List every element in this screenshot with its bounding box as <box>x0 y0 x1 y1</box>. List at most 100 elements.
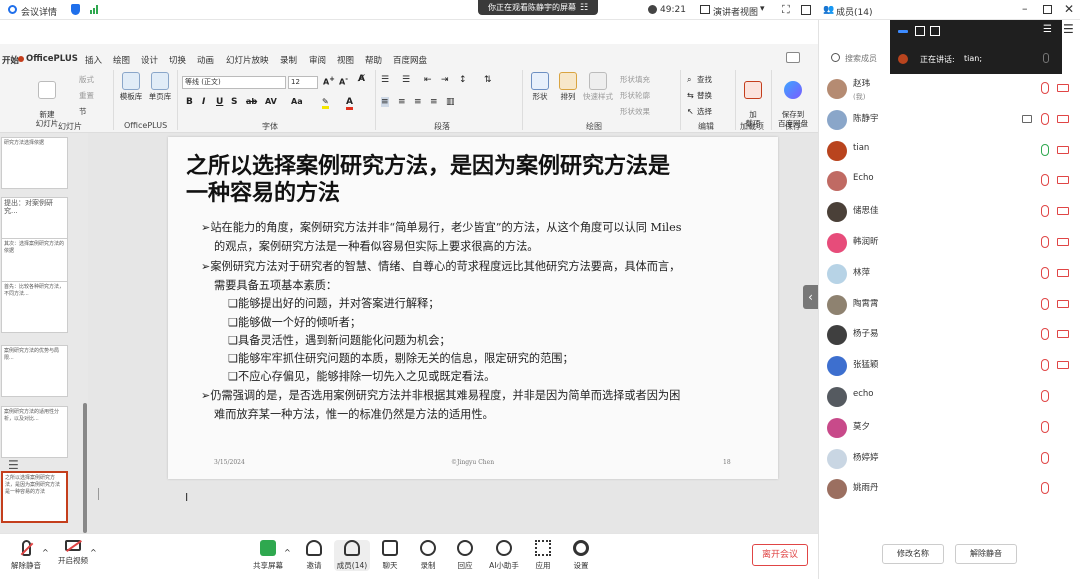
tab-officeplus[interactable]: OfficePLUS <box>26 54 78 64</box>
mic-muted-icon[interactable] <box>1041 297 1049 310</box>
mic-muted-icon[interactable] <box>1041 328 1049 341</box>
tab-review[interactable]: 审阅 <box>309 54 326 66</box>
ai-assistant-button[interactable]: AI小助手 <box>486 540 522 571</box>
member-row[interactable]: 陶霄霄 <box>819 291 1080 321</box>
members-button[interactable]: 成员(14) <box>334 540 370 571</box>
font-color-icon[interactable]: A <box>346 97 353 110</box>
member-row[interactable]: 赵玮 (我) <box>819 75 1080 105</box>
member-row[interactable]: 储思佳 <box>819 198 1080 228</box>
shape-button[interactable]: 形状 <box>526 72 554 101</box>
slide-thumbnail[interactable]: 首先：比较各种研究方法，不同方法... <box>1 281 68 333</box>
font-size-select[interactable]: 12 <box>288 76 318 89</box>
shadow-icon[interactable]: S <box>231 97 237 107</box>
save-to-baidu-button[interactable]: 保存到 百度网盘 <box>774 72 812 128</box>
chat-button[interactable]: 聊天 <box>372 540 408 571</box>
member-row[interactable]: 姚雨丹 <box>819 475 1080 505</box>
meeting-details-link[interactable]: 会议详情 <box>21 5 57 18</box>
decrease-indent-icon[interactable]: ⇤ <box>424 75 432 85</box>
increase-indent-icon[interactable]: ⇥ <box>441 75 449 85</box>
font-name-select[interactable]: 等线 (正文) <box>182 76 286 89</box>
numbering-icon[interactable]: ☰ <box>402 75 410 85</box>
align-right-icon[interactable]: ≡ <box>414 97 422 107</box>
tab-design[interactable]: 设计 <box>141 54 158 66</box>
member-row[interactable]: 韩润昕 <box>819 229 1080 259</box>
apps-button[interactable]: 应用 <box>525 540 561 571</box>
react-button[interactable]: 回应 <box>447 540 483 571</box>
start-video-button[interactable]: 开启视频 <box>55 540 91 566</box>
align-left-icon[interactable]: ≡ <box>381 97 389 107</box>
member-row[interactable]: 陈静宇 <box>819 106 1080 136</box>
layout-button[interactable]: 版式 <box>79 74 94 85</box>
settings-button[interactable]: 设置 <box>563 540 599 571</box>
char-spacing-icon[interactable]: AV <box>265 97 277 106</box>
text-direction-icon[interactable]: ⇅ <box>484 75 492 85</box>
layout-icon[interactable] <box>930 26 940 36</box>
panel-menu-icon[interactable]: ☰ <box>1063 22 1074 36</box>
slide[interactable]: 之所以选择案例研究方法，是因为案例研究方法是 一种容易的方法 ➢站在能力的角度，… <box>168 137 778 479</box>
camera-off-icon[interactable] <box>1057 145 1069 154</box>
shape-effect-button[interactable]: 形状效果 <box>620 106 650 117</box>
mic-icon[interactable] <box>1041 143 1049 156</box>
tab-view[interactable]: 视图 <box>337 54 354 66</box>
change-case-icon[interactable]: Aa <box>291 97 303 106</box>
mic-muted-icon[interactable] <box>1041 482 1049 495</box>
grow-font-icon[interactable]: A+ <box>323 75 335 87</box>
align-center-icon[interactable]: ≡ <box>398 97 406 107</box>
section-button[interactable]: 节 <box>79 106 87 117</box>
arrange-button[interactable]: 排列 <box>554 72 582 101</box>
camera-off-icon[interactable] <box>1057 238 1069 246</box>
mic-muted-icon[interactable] <box>1041 420 1049 433</box>
template-library-button[interactable]: 模板库 <box>117 72 145 101</box>
tab-help[interactable]: 帮助 <box>365 54 382 66</box>
new-slide-button[interactable]: 新建 幻灯片 <box>30 72 64 128</box>
underline-icon[interactable]: U <box>216 97 223 107</box>
tab-animations[interactable]: 动画 <box>197 54 214 66</box>
invite-button[interactable]: 邀请 <box>296 540 332 571</box>
reset-button[interactable]: 重置 <box>79 90 94 101</box>
tab-transitions[interactable]: 切换 <box>169 54 186 66</box>
addin-button[interactable]: 加 载项 <box>740 72 766 128</box>
record-button[interactable]: 录制 <box>410 540 446 571</box>
camera-off-icon[interactable] <box>1057 330 1069 339</box>
chevron-down-icon[interactable]: ▾ <box>760 4 765 14</box>
member-row[interactable]: Echo <box>819 167 1080 197</box>
replace-button[interactable]: 替换 <box>697 90 712 101</box>
strikethrough-icon[interactable]: ab <box>246 97 257 106</box>
tab-draw[interactable]: 绘图 <box>113 54 130 66</box>
tab-baidu-netdisk[interactable]: 百度网盘 <box>393 54 427 66</box>
italic-icon[interactable]: I <box>202 97 205 107</box>
camera-off-icon[interactable] <box>1057 114 1069 123</box>
clear-format-icon[interactable]: A̸ <box>358 74 365 84</box>
tiles-icon[interactable]: ☷ <box>580 3 588 13</box>
collapse-panel-icon[interactable]: ‹ <box>803 285 818 309</box>
comment-icon[interactable] <box>786 52 800 63</box>
justify-icon[interactable]: ≡ <box>430 97 438 107</box>
chevron-up-icon[interactable]: ^ <box>284 548 291 557</box>
menu-icon[interactable]: ☰ <box>8 458 19 472</box>
camera-off-icon[interactable] <box>1057 361 1069 370</box>
camera-off-icon[interactable] <box>1057 268 1069 277</box>
view-mode-select[interactable]: 演讲者视图 <box>713 5 758 18</box>
tab-insert[interactable]: 插入 <box>85 54 102 66</box>
fullscreen-icon[interactable]: ⛶ <box>782 3 790 17</box>
rename-button[interactable]: 修改名称 <box>882 544 944 564</box>
unmute-button[interactable]: 解除静音 <box>8 540 44 571</box>
restore-icon[interactable] <box>1043 5 1052 14</box>
slide-thumbnail[interactable]: 案例研究方法的优势与局限... <box>1 345 68 397</box>
chevron-up-icon[interactable]: ^ <box>42 548 49 557</box>
member-row[interactable]: 林萍 <box>819 260 1080 290</box>
shape-outline-button[interactable]: 形状轮廓 <box>620 90 650 101</box>
slide-thumbnail[interactable]: 研究方法选择依据 <box>1 137 68 189</box>
member-row[interactable]: 莫夕 <box>819 414 1080 444</box>
highlight-icon[interactable]: ✎ <box>322 97 329 109</box>
thumbnail-scrollbar[interactable] <box>83 403 87 533</box>
leave-meeting-button[interactable]: 离开会议 <box>752 544 808 566</box>
line-spacing-icon[interactable]: ↕ <box>459 75 467 85</box>
mic-muted-icon[interactable] <box>1041 236 1049 248</box>
tab-slideshow[interactable]: 幻灯片放映 <box>226 54 269 66</box>
mic-muted-icon[interactable] <box>1041 266 1049 279</box>
unmute-all-button[interactable]: 解除静音 <box>955 544 1017 564</box>
close-icon[interactable]: ✕ <box>1064 2 1074 16</box>
member-row[interactable]: 杨子易 <box>819 321 1080 351</box>
camera-off-icon[interactable] <box>1057 207 1069 216</box>
